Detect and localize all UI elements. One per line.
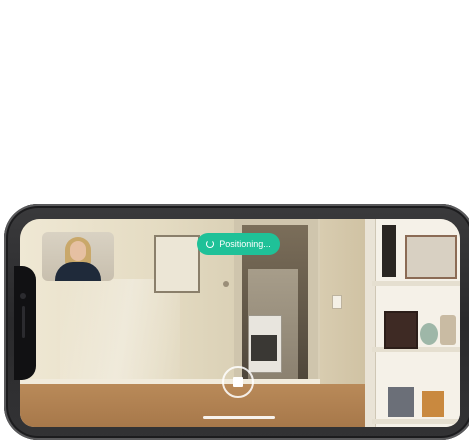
shelf-vase <box>420 323 438 345</box>
shelf-board <box>372 419 460 424</box>
shelf-books <box>422 391 444 417</box>
shelf-books <box>388 387 414 417</box>
shelf-bottle <box>382 225 396 277</box>
stop-button[interactable] <box>222 366 254 398</box>
front-camera <box>20 293 26 299</box>
stop-icon <box>233 377 243 387</box>
wall-picture <box>154 235 200 293</box>
wood-floor <box>20 384 380 427</box>
shelf-photo-frame <box>384 311 418 349</box>
home-indicator[interactable] <box>203 416 275 419</box>
oven-window <box>251 335 277 361</box>
light-switch <box>332 295 342 309</box>
shelf-vase <box>440 315 456 345</box>
bookshelf-post <box>365 219 376 427</box>
status-label: Positioning... <box>219 239 271 249</box>
shelf-photo-frame <box>405 235 457 279</box>
spinner-icon <box>206 240 215 248</box>
pip-person-body <box>55 262 101 281</box>
notch <box>14 266 36 380</box>
status-badge: Positioning... <box>197 233 280 255</box>
earpiece-speaker <box>22 306 25 338</box>
shelf-board <box>372 281 460 286</box>
pip-person-face <box>70 241 86 261</box>
picture-in-picture-video[interactable] <box>42 232 114 281</box>
door-knob <box>223 281 229 287</box>
